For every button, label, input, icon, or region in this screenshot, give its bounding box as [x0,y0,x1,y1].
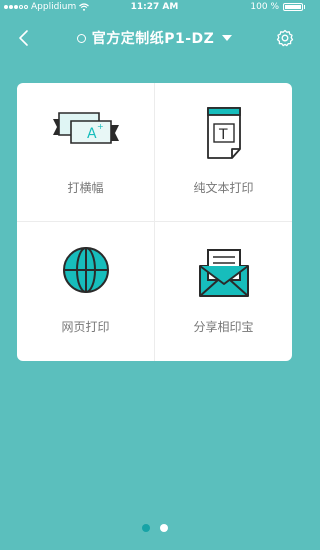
feature-grid: A + 打横幅 T 纯文本打印 网页打印 分享相印宝 [17,83,292,361]
page-indicator [0,524,309,532]
envelope-icon [198,249,249,297]
feature-share-label: 分享相印宝 [193,320,254,334]
feature-share[interactable]: 分享相印宝 [155,222,292,361]
status-bar: Applidium 11:27 AM 100 % [0,0,309,14]
gear-icon [276,29,294,47]
battery-icon [283,3,303,11]
feature-plain-text[interactable]: T 纯文本打印 [155,83,292,222]
svg-text:+: + [97,122,104,131]
status-right: 100 % [250,0,305,14]
banner-icon: A + [52,112,119,144]
feature-banner[interactable]: A + 打横幅 [17,83,154,222]
svg-text:A: A [87,126,97,142]
nav-bar: 官方定制纸P1-DZ [0,20,309,56]
globe-icon [62,247,109,293]
page-dot-2[interactable] [159,524,168,532]
caret-down-icon [222,35,233,41]
device-selector[interactable]: 官方定制纸P1-DZ [0,28,309,48]
text-document-icon: T [206,107,241,159]
battery-tip [304,5,305,9]
page-title: 官方定制纸P1-DZ [91,31,215,47]
feature-banner-label: 打横幅 [67,181,104,195]
settings-button[interactable] [275,28,295,48]
svg-text:T: T [218,127,228,143]
connection-status-icon [76,33,86,43]
page-dot-1[interactable] [141,524,150,532]
feature-web-print-label: 网页打印 [61,320,110,334]
feature-web-print[interactable]: 网页打印 [17,222,154,361]
battery-percent: 100 % [250,2,279,12]
feature-plain-text-label: 纯文本打印 [193,181,254,195]
